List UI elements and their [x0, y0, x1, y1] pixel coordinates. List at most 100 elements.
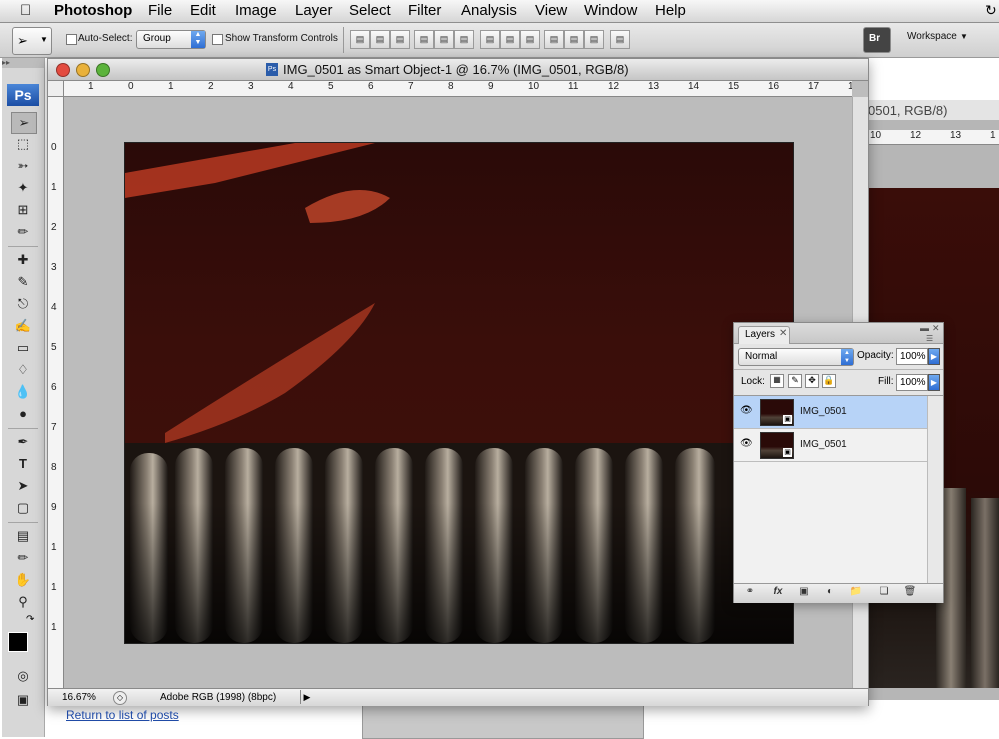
menu-view[interactable]: View — [535, 2, 567, 19]
align-right-icon[interactable]: ▤ — [454, 30, 474, 49]
menu-edit[interactable]: Edit — [190, 2, 216, 19]
opacity-slider-arrow-icon[interactable]: ▶ — [928, 348, 940, 365]
menu-filter[interactable]: Filter — [408, 2, 441, 19]
layer-name[interactable]: IMG_0501 — [800, 439, 847, 450]
ruler-vertical[interactable]: 0 1 2 3 4 5 6 7 8 9 1 1 1 — [48, 97, 64, 688]
auto-select-checkbox[interactable] — [66, 34, 77, 45]
crop-tool-icon[interactable]: ⊞ — [11, 200, 35, 220]
menu-analysis[interactable]: Analysis — [461, 2, 517, 19]
layer-row[interactable]: 👁 ▣ IMG_0501 — [734, 396, 927, 429]
ruler-origin[interactable] — [48, 81, 64, 97]
auto-select-dropdown[interactable]: Group ▲ ▼ — [136, 30, 206, 49]
align-top-icon[interactable]: ▤ — [350, 30, 370, 49]
fill-input[interactable]: 100% — [896, 374, 928, 391]
status-menu-arrow-icon[interactable]: ▶ — [300, 690, 313, 704]
paint-bucket-tool-icon[interactable]: ♢ — [11, 360, 35, 380]
path-selection-tool-icon[interactable]: ➤ — [11, 476, 35, 496]
distribute-vcenter-icon[interactable]: ▤ — [500, 30, 520, 49]
zoom-window-button[interactable] — [96, 63, 110, 77]
marquee-tool-icon[interactable]: ⬚ — [11, 134, 35, 154]
swap-colors-icon[interactable]: ↷ — [26, 614, 34, 625]
lasso-tool-icon[interactable]: ➳ — [11, 156, 35, 176]
lock-transparency-icon[interactable]: ▦ — [770, 374, 784, 388]
eyedropper-tool-icon[interactable]: ✏ — [11, 222, 35, 242]
layers-scrollbar[interactable] — [927, 396, 943, 583]
apple-icon[interactable]:  — [20, 2, 31, 19]
pen-tool-icon[interactable]: ✒ — [11, 432, 35, 452]
healing-brush-tool-icon[interactable]: ✚ — [11, 250, 35, 270]
bridge-button[interactable]: Br — [863, 27, 891, 53]
align-hcenter-icon[interactable]: ▤ — [434, 30, 454, 49]
ps-logo-icon[interactable]: Ps — [7, 84, 39, 106]
workspace-chevron-icon[interactable]: ▼ — [960, 32, 968, 41]
rectangle-tool-icon[interactable]: ▢ — [11, 498, 35, 518]
blur-tool-icon[interactable]: 💧 — [11, 382, 35, 402]
add-layer-style-icon[interactable]: fx — [768, 586, 788, 600]
menu-app-photoshop[interactable]: Photoshop — [54, 2, 132, 19]
tab-layers[interactable]: Layers ✕ — [738, 326, 790, 344]
panel-minimize-icon[interactable]: ▬ — [920, 323, 929, 333]
distribute-left-icon[interactable]: ▤ — [544, 30, 564, 49]
quick-mask-icon[interactable]: ◎ — [11, 666, 35, 686]
eyedropper-tool-2-icon[interactable]: ✏ — [11, 548, 35, 568]
menu-layer[interactable]: Layer — [295, 2, 333, 19]
workspace-label[interactable]: Workspace — [907, 31, 957, 42]
add-layer-mask-icon[interactable]: ▣ — [794, 586, 814, 600]
distribute-bottom-icon[interactable]: ▤ — [520, 30, 540, 49]
distribute-top-icon[interactable]: ▤ — [480, 30, 500, 49]
align-left-icon[interactable]: ▤ — [414, 30, 434, 49]
panel-collapse-icon[interactable]: ▸▸ — [2, 58, 44, 68]
close-window-button[interactable] — [56, 63, 70, 77]
document-titlebar[interactable]: Ps IMG_0501 as Smart Object-1 @ 16.7% (I… — [48, 59, 868, 81]
align-vcenter-icon[interactable]: ▤ — [370, 30, 390, 49]
menu-file[interactable]: File — [148, 2, 172, 19]
hand-tool-icon[interactable]: ✋ — [11, 570, 35, 590]
minimize-window-button[interactable] — [76, 63, 90, 77]
zoom-level[interactable]: 16.67% — [62, 692, 96, 703]
menu-image[interactable]: Image — [235, 2, 277, 19]
visibility-eye-icon[interactable]: 👁 — [740, 405, 753, 416]
lock-position-icon[interactable]: ✥ — [805, 374, 819, 388]
magic-wand-tool-icon[interactable]: ✦ — [11, 178, 35, 198]
show-transform-checkbox[interactable] — [212, 34, 223, 45]
lock-all-icon[interactable]: 🔒 — [822, 374, 836, 388]
brush-tool-icon[interactable]: ✎ — [11, 272, 35, 292]
status-info-icon[interactable]: ◇ — [113, 691, 127, 705]
opacity-input[interactable]: 100% — [896, 348, 928, 365]
photo-image[interactable] — [124, 142, 794, 644]
return-to-posts-link[interactable]: Return to list of posts — [66, 708, 179, 722]
notes-tool-icon[interactable]: ▤ — [11, 526, 35, 546]
time-machine-icon[interactable]: ↻ — [985, 2, 997, 19]
close-tab-icon[interactable]: ✕ — [779, 328, 787, 339]
foreground-color-swatch[interactable] — [8, 632, 28, 652]
history-brush-tool-icon[interactable]: ✍ — [11, 316, 35, 336]
menu-help[interactable]: Help — [655, 2, 686, 19]
clone-stamp-tool-icon[interactable]: ⎋ — [11, 294, 35, 314]
panel-close-icon[interactable]: ✕ — [932, 323, 940, 334]
new-adjustment-layer-icon[interactable]: ◐ — [820, 586, 840, 600]
menu-window[interactable]: Window — [584, 2, 637, 19]
link-layers-icon[interactable]: ⚭ — [740, 586, 760, 600]
tool-preset-picker[interactable]: ➢ ▼ — [12, 27, 52, 55]
blend-mode-dropdown[interactable]: Normal ▲ ▼ — [738, 348, 854, 366]
new-group-icon[interactable]: 📁 — [846, 586, 866, 600]
delete-layer-icon[interactable]: 🗑 — [900, 586, 920, 600]
layer-row[interactable]: 👁 ▣ IMG_0501 — [734, 429, 927, 462]
move-tool-icon[interactable]: ➢ — [11, 112, 37, 134]
visibility-eye-icon[interactable]: 👁 — [740, 438, 753, 449]
type-tool-icon[interactable]: T — [11, 454, 35, 474]
distribute-right-icon[interactable]: ▤ — [584, 30, 604, 49]
dodge-tool-icon[interactable]: ● — [11, 404, 35, 424]
new-layer-icon[interactable]: ❏ — [874, 586, 894, 600]
zoom-tool-icon[interactable]: ⚲ — [11, 592, 35, 612]
ruler-horizontal[interactable]: 1 0 1 2 3 4 5 6 7 8 9 10 11 12 13 14 15 … — [64, 81, 852, 97]
screen-mode-icon[interactable]: ▣ — [11, 690, 35, 710]
eraser-tool-icon[interactable]: ▭ — [11, 338, 35, 358]
panel-menu-icon[interactable]: ☰ — [926, 334, 933, 343]
layer-name[interactable]: IMG_0501 — [800, 406, 847, 417]
menu-select[interactable]: Select — [349, 2, 391, 19]
distribute-hcenter-icon[interactable]: ▤ — [564, 30, 584, 49]
fill-slider-arrow-icon[interactable]: ▶ — [928, 374, 940, 391]
align-bottom-icon[interactable]: ▤ — [390, 30, 410, 49]
auto-align-icon[interactable]: ▤ — [610, 30, 630, 49]
